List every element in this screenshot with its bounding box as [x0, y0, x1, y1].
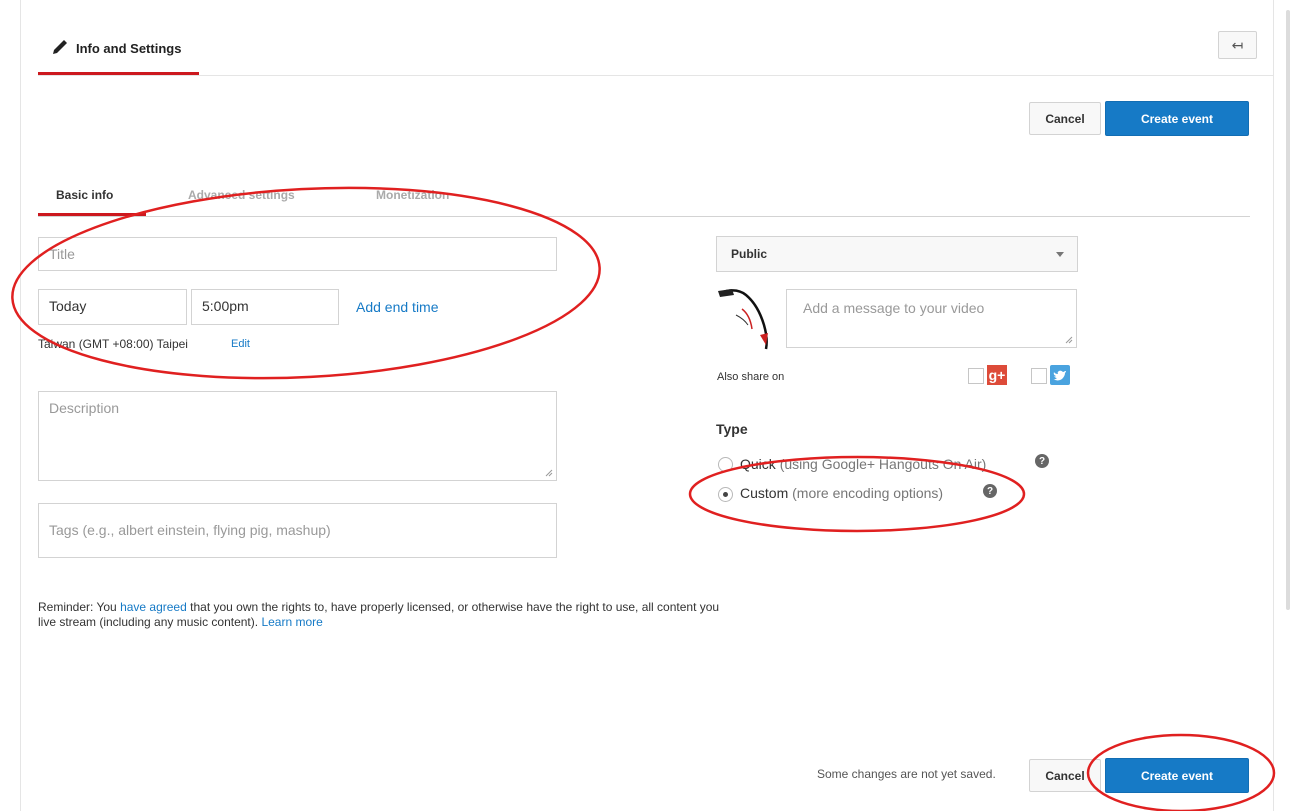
tab-monetization[interactable]: Monetization	[376, 188, 449, 202]
google-plus-icon: g+	[987, 365, 1007, 385]
type-quick-description: (using Google+ Hangouts On Air)	[779, 456, 987, 472]
create-event-button-top[interactable]: Create event	[1105, 101, 1249, 136]
privacy-select[interactable]: Public	[716, 236, 1078, 272]
cancel-button-bottom[interactable]: Cancel	[1029, 759, 1101, 792]
gplus-share-checkbox[interactable]	[968, 368, 984, 384]
help-icon-custom[interactable]: ?	[983, 484, 997, 498]
scrollbar[interactable]	[1286, 10, 1290, 610]
header-title[interactable]: Info and Settings	[76, 41, 181, 56]
frame-right-border	[1273, 0, 1274, 811]
channel-avatar	[718, 289, 768, 350]
description-placeholder: Description	[49, 400, 120, 416]
add-end-time-link[interactable]: Add end time	[356, 299, 439, 315]
create-event-button-bottom[interactable]: Create event	[1105, 758, 1249, 793]
header-divider	[38, 75, 1273, 76]
twitter-share-checkbox[interactable]	[1031, 368, 1047, 384]
tabs-divider	[38, 216, 1250, 217]
help-icon-quick[interactable]: ?	[1035, 454, 1049, 468]
tab-advanced-settings[interactable]: Advanced settings	[188, 188, 295, 202]
also-share-label: Also share on	[717, 371, 785, 383]
share-message-textarea[interactable]: Add a message to your video	[786, 289, 1077, 348]
timezone-label: Taiwan (GMT +08:00) Taipei	[38, 337, 188, 351]
type-quick-option[interactable]: Quick (using Google+ Hangouts On Air)	[740, 456, 986, 472]
twitter-icon	[1050, 365, 1070, 385]
tags-input[interactable]: Tags (e.g., albert einstein, flying pig,…	[38, 503, 557, 558]
type-quick-label: Quick	[740, 456, 776, 472]
resize-handle-icon[interactable]	[545, 469, 553, 477]
title-input[interactable]: Title	[38, 237, 557, 271]
type-custom-label: Custom	[740, 485, 789, 501]
pencil-icon	[53, 40, 67, 54]
date-input[interactable]: Today	[38, 289, 187, 325]
type-heading: Type	[716, 421, 748, 437]
back-button[interactable]: ↤	[1218, 31, 1257, 59]
resize-handle-icon[interactable]	[1065, 336, 1073, 344]
time-input[interactable]: 5:00pm	[191, 289, 339, 325]
reminder-pre: Reminder: You	[38, 600, 121, 614]
annotation-ellipse-basic-info	[11, 186, 601, 380]
tab-basic-info[interactable]: Basic info	[56, 188, 113, 202]
privacy-selected-value: Public	[731, 247, 768, 261]
timezone-edit-link[interactable]: Edit	[231, 338, 250, 350]
description-textarea[interactable]: Description	[38, 391, 557, 481]
have-agreed-link[interactable]: have agreed	[120, 600, 187, 614]
chevron-down-icon	[1056, 252, 1064, 257]
cancel-button-top[interactable]: Cancel	[1029, 102, 1101, 135]
back-arrow-icon: ↤	[1231, 36, 1244, 53]
radio-selected-dot	[723, 492, 728, 497]
type-quick-radio[interactable]	[718, 457, 733, 472]
learn-more-link[interactable]: Learn more	[261, 615, 322, 629]
frame-left-border	[20, 0, 21, 811]
unsaved-changes-notice: Some changes are not yet saved.	[817, 767, 996, 781]
type-custom-radio[interactable]	[718, 487, 733, 502]
type-custom-option[interactable]: Custom (more encoding options)	[740, 485, 943, 501]
share-message-placeholder: Add a message to your video	[803, 300, 985, 316]
tab-active-indicator	[38, 213, 146, 216]
reminder-text: Reminder: You have agreed that you own t…	[38, 600, 728, 630]
type-custom-description: (more encoding options)	[792, 485, 944, 501]
